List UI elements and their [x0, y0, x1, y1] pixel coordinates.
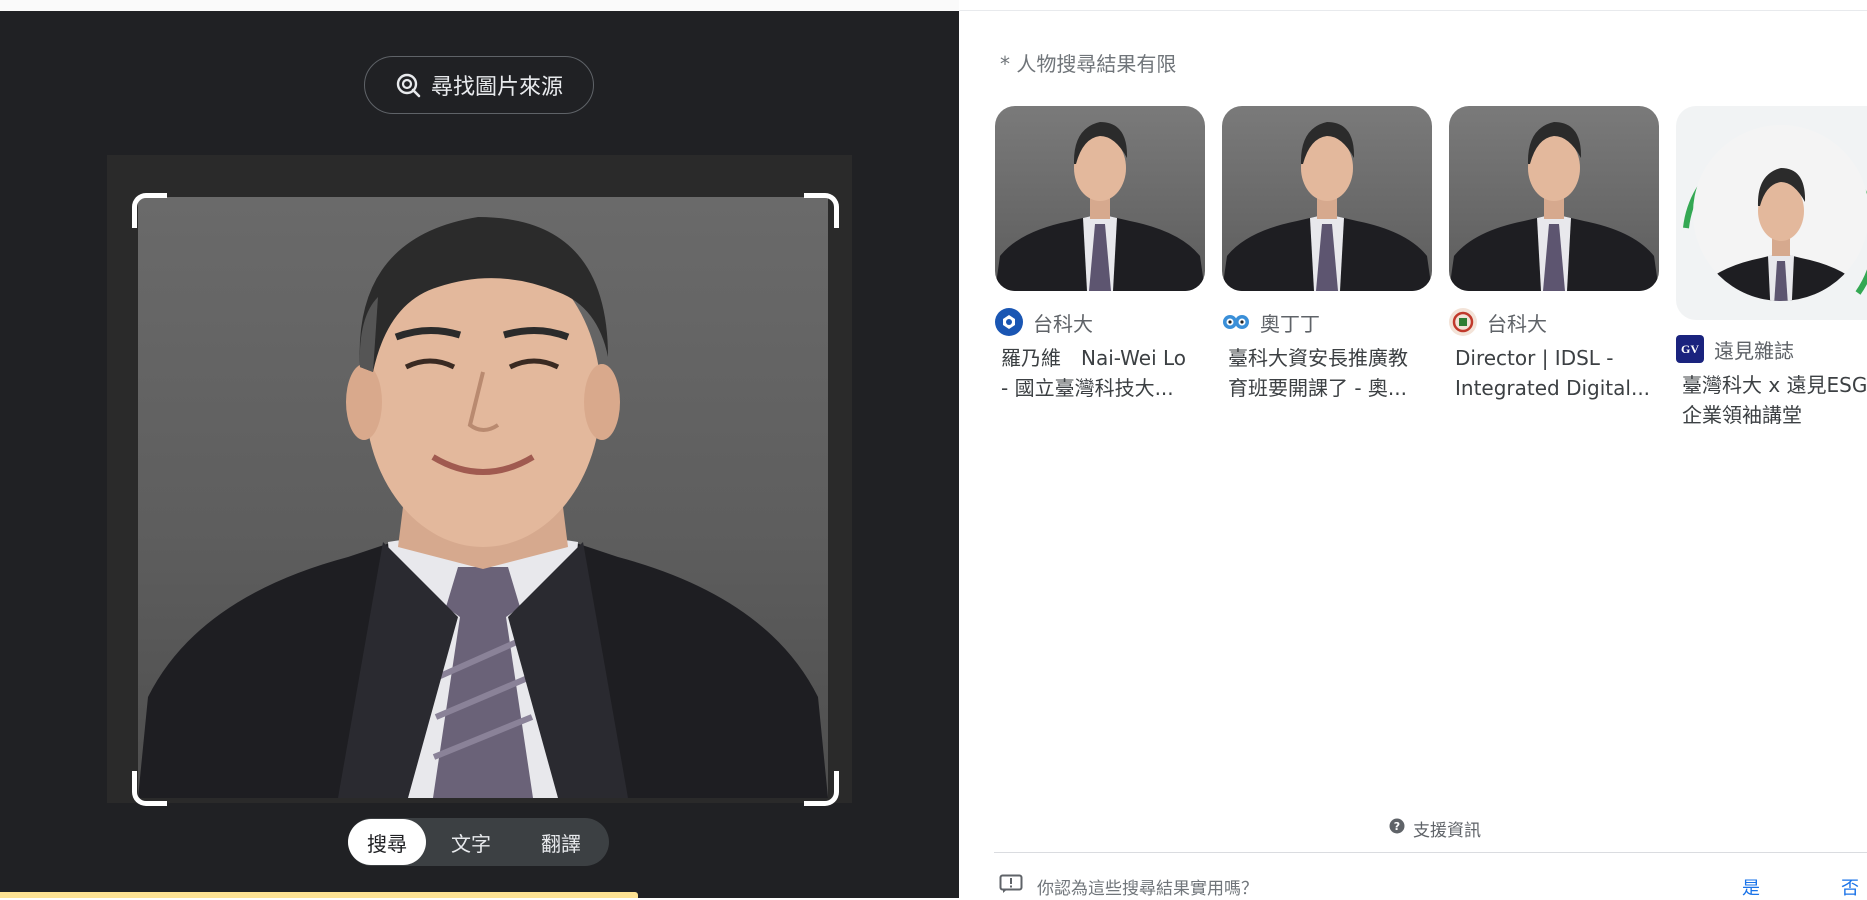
feedback-icon	[999, 874, 1023, 899]
result-card[interactable]: GV 遠見雜誌 臺灣科大 x 遠見ESG 企業領袖講堂	[1676, 106, 1867, 430]
result-source: 遠見雜誌	[1714, 338, 1794, 363]
crop-handle-bottom-right[interactable]	[804, 771, 839, 806]
tab-text[interactable]: 文字	[426, 819, 516, 865]
result-title[interactable]: 臺科大資安長推廣教 育班要開課了 - 奧...	[1222, 343, 1428, 403]
feedback-prompt: 你認為這些搜尋結果實用嗎？	[999, 874, 1258, 899]
people-search-notice: * 人物搜尋結果有限	[1000, 52, 1177, 76]
result-thumbnail[interactable]	[995, 106, 1205, 291]
results-pane: * 人物搜尋結果有限 台科大 羅乃維 Nai-Wei Lo - 國立臺灣科技大.…	[959, 0, 1867, 900]
result-card[interactable]: 台科大 Director | IDSL - Integrated Digital…	[1449, 106, 1659, 403]
result-title[interactable]: 臺灣科大 x 遠見ESG 企業領袖講堂	[1676, 370, 1867, 430]
result-title[interactable]: Director | IDSL - Integrated Digital...	[1449, 343, 1655, 403]
result-thumbnail[interactable]	[1222, 106, 1432, 291]
tab-search[interactable]: 搜尋	[348, 819, 426, 865]
support-info-label: 支援資訊	[1413, 821, 1481, 841]
portrait-photo	[138, 197, 828, 798]
result-thumbnail[interactable]	[1449, 106, 1659, 291]
image-search-icon	[395, 72, 421, 98]
gv-logo-icon: GV	[1676, 335, 1704, 363]
svg-text:?: ?	[1394, 820, 1400, 833]
feedback-yes-button[interactable]: 是	[1742, 874, 1760, 900]
find-image-source-button[interactable]: 尋找圖片來源	[364, 56, 594, 114]
ntust-logo-icon	[995, 308, 1023, 336]
feedback-no-button[interactable]: 否	[1841, 874, 1859, 900]
result-title[interactable]: 羅乃維 Nai-Wei Lo - 國立臺灣科技大...	[995, 343, 1201, 403]
result-thumbnail[interactable]	[1676, 106, 1867, 320]
lens-mode-tabs: 搜尋 文字 翻譯	[348, 818, 609, 866]
lens-image-pane: 尋找圖片來源 搜尋 文字 翻譯	[0, 0, 959, 898]
top-strip	[0, 0, 959, 11]
header-divider	[959, 10, 1867, 11]
crop-handle-top-right[interactable]	[804, 193, 839, 228]
result-source: 台科大	[1033, 311, 1093, 336]
crop-handle-top-left[interactable]	[132, 193, 167, 228]
find-image-source-label: 尋找圖片來源	[430, 75, 563, 100]
result-source: 奧丁丁	[1260, 311, 1320, 336]
owl-icon	[1222, 308, 1250, 336]
feedback-question: 你認為這些搜尋結果實用嗎？	[1037, 879, 1258, 899]
tab-translate[interactable]: 翻譯	[516, 819, 606, 865]
idsl-logo-icon	[1449, 308, 1477, 336]
highlight-bar	[0, 892, 638, 898]
result-card[interactable]: 奧丁丁 臺科大資安長推廣教 育班要開課了 - 奧...	[1222, 106, 1432, 403]
result-card[interactable]: 台科大 羅乃維 Nai-Wei Lo - 國立臺灣科技大...	[995, 106, 1205, 403]
crop-handle-bottom-left[interactable]	[132, 771, 167, 806]
help-icon: ?	[1389, 818, 1405, 839]
feedback-divider	[994, 852, 1867, 853]
result-source: 台科大	[1487, 311, 1547, 336]
support-info-link[interactable]: ? 支援資訊	[1389, 816, 1481, 841]
